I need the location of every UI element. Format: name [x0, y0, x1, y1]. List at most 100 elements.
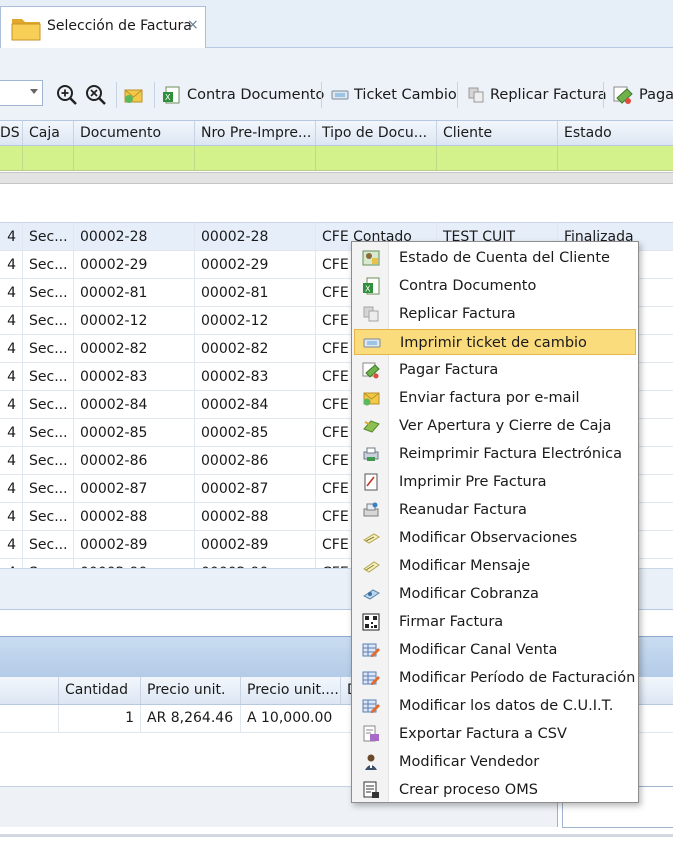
column-header-cantidad[interactable]: Cantidad [58, 677, 140, 704]
cell-caja: Sec... [22, 531, 73, 558]
menu-item-label: Modificar los datos de C.U.I.T. [399, 698, 614, 714]
column-header-cliente[interactable]: Cliente [436, 121, 557, 145]
menu-item-modificar-vendedor[interactable]: Modificar Vendedor [354, 749, 636, 775]
cell-documento: 00002-28 [73, 223, 194, 250]
close-icon[interactable]: × [187, 17, 199, 33]
menu-item-crear-proceso-oms[interactable]: Crear proceso OMS [354, 777, 636, 803]
menu-item-modificar-los-datos-de-c-u-i-t[interactable]: Modificar los datos de C.U.I.T. [354, 693, 636, 719]
cell-caja: Sec... [22, 251, 73, 278]
column-header-precio-unit-2[interactable]: Precio unit.... [240, 677, 340, 704]
column-header-tipo-documento[interactable]: Tipo de Docu... [315, 121, 436, 145]
menu-item-contra-documento[interactable]: X Contra Documento [354, 273, 636, 299]
cell-ds: 4 [7, 453, 16, 469]
cell-caja: Sec... [22, 447, 73, 474]
excel-doc-icon: X [362, 277, 380, 295]
zoom-out-button[interactable] [85, 82, 112, 108]
menu-item-label: Crear proceso OMS [399, 782, 538, 798]
column-header-estado[interactable]: Estado [557, 121, 673, 145]
ticket-cambio-button[interactable]: Ticket Cambio [331, 82, 457, 108]
cell-ds: 4 [7, 285, 16, 301]
menu-item-exportar-factura-a-csv[interactable]: Exportar Factura a CSV [354, 721, 636, 747]
cell-ds: 4 [7, 229, 16, 245]
cell-caja: Sec... [22, 391, 73, 418]
message-icon [362, 557, 380, 575]
menu-item-imprimir-pre-factura[interactable]: Imprimir Pre Factura [354, 469, 636, 495]
zoom-in-button[interactable] [56, 82, 83, 108]
cell-nro-pre-impreso: 00002-84 [194, 391, 315, 418]
menu-item-replicar-factura[interactable]: Replicar Factura [354, 301, 636, 327]
filter-cell[interactable] [436, 146, 557, 170]
column-header-precio-unit[interactable]: Precio unit. [140, 677, 240, 704]
cell-ds: 4 [7, 257, 16, 273]
menu-item-label: Contra Documento [399, 278, 537, 294]
bottom-border [0, 834, 673, 837]
menu-item-enviar-factura-por-e-mail[interactable]: Enviar factura por e-mail [354, 385, 636, 411]
menu-item-modificar-mensaje[interactable]: Modificar Mensaje [354, 553, 636, 579]
menu-item-reanudar-factura[interactable]: Reanudar Factura [354, 497, 636, 523]
cell-caja: Sec... [22, 223, 73, 250]
email-icon [362, 389, 380, 407]
detail-precio-unit-2: A 10,000.00 [240, 705, 340, 732]
cell-documento: 00002-83 [73, 363, 194, 390]
column-header-ds[interactable]: DS [0, 121, 22, 145]
zoom-out-icon [86, 85, 106, 105]
cell-caja: Sec... [22, 475, 73, 502]
resume-icon [362, 501, 380, 519]
filter-dropdown[interactable] [0, 80, 43, 106]
svg-text:X: X [365, 285, 371, 294]
pagar-button[interactable]: Pagar [612, 82, 673, 108]
menu-item-label: Pagar Factura [399, 362, 499, 378]
cell-nro-pre-impreso: 00002-29 [194, 251, 315, 278]
cash-register-icon [362, 417, 380, 435]
pagar-label: Pagar [639, 87, 673, 103]
group-separator [0, 172, 673, 184]
filter-cell[interactable] [73, 146, 194, 170]
filter-cell[interactable] [22, 146, 73, 170]
grid-filter-row[interactable] [0, 146, 673, 171]
grid-header: DS Caja Documento Nro Pre-Impre... Tipo … [0, 120, 673, 146]
pay-icon [613, 86, 633, 104]
process-icon [362, 781, 380, 799]
toolbar-separator [154, 82, 155, 108]
pre-invoice-icon [362, 473, 380, 491]
column-header-caja[interactable]: Caja [22, 121, 73, 145]
menu-item-modificar-periodo-de-facturacion[interactable]: Modificar Período de Facturación [354, 665, 636, 691]
svg-text:X: X [165, 93, 171, 102]
filter-cell[interactable] [194, 146, 315, 170]
tab-seleccion-factura[interactable]: Selección de Factura × [0, 6, 206, 48]
pay-icon [362, 361, 380, 379]
email-button[interactable] [123, 82, 150, 108]
column-header-documento[interactable]: Documento [73, 121, 194, 145]
menu-item-reimprimir-factura-electronica[interactable]: Reimprimir Factura Electrónica [354, 441, 636, 467]
cell-caja: Sec... [22, 419, 73, 446]
cell-nro-pre-impreso: 00002-81 [194, 279, 315, 306]
collection-icon [362, 585, 380, 603]
cell-documento: 00002-89 [73, 531, 194, 558]
toolbar-separator [603, 82, 604, 108]
menu-item-label: Modificar Vendedor [399, 754, 540, 770]
replicar-factura-button[interactable]: Replicar Factura [467, 82, 607, 108]
cell-documento: 00002-84 [73, 391, 194, 418]
contra-documento-button[interactable]: X Contra Documento [162, 82, 324, 108]
menu-item-imprimir-ticket-de-cambio[interactable]: Imprimir ticket de cambio [354, 329, 636, 355]
tab-title: Selección de Factura [47, 18, 192, 34]
cell-ds: 4 [7, 313, 16, 329]
menu-item-modificar-cobranza[interactable]: Modificar Cobranza [354, 581, 636, 607]
menu-item-pagar-factura[interactable]: Pagar Factura [354, 357, 636, 383]
ticket-icon [363, 334, 381, 352]
cell-documento: 00002-88 [73, 503, 194, 530]
cell-ds: 4 [7, 341, 16, 357]
menu-item-firmar-factura[interactable]: Firmar Factura [354, 609, 636, 635]
menu-item-modificar-canal-venta[interactable]: Modificar Canal Venta [354, 637, 636, 663]
excel-doc-icon: X [163, 86, 180, 104]
menu-item-estado-de-cuenta-del-cliente[interactable]: Estado de Cuenta del Cliente [354, 245, 636, 271]
cell-nro-pre-impreso: 00002-89 [194, 531, 315, 558]
column-header-nro-pre-impreso[interactable]: Nro Pre-Impre... [194, 121, 315, 145]
filter-cell[interactable] [315, 146, 436, 170]
menu-item-modificar-observaciones[interactable]: Modificar Observaciones [354, 525, 636, 551]
menu-item-ver-apertura-y-cierre-de-caja[interactable]: Ver Apertura y Cierre de Caja [354, 413, 636, 439]
cell-nro-pre-impreso: 00002-28 [194, 223, 315, 250]
reprint-icon [362, 445, 380, 463]
filter-cell[interactable] [557, 146, 673, 170]
cell-nro-pre-impreso: 00002-87 [194, 475, 315, 502]
